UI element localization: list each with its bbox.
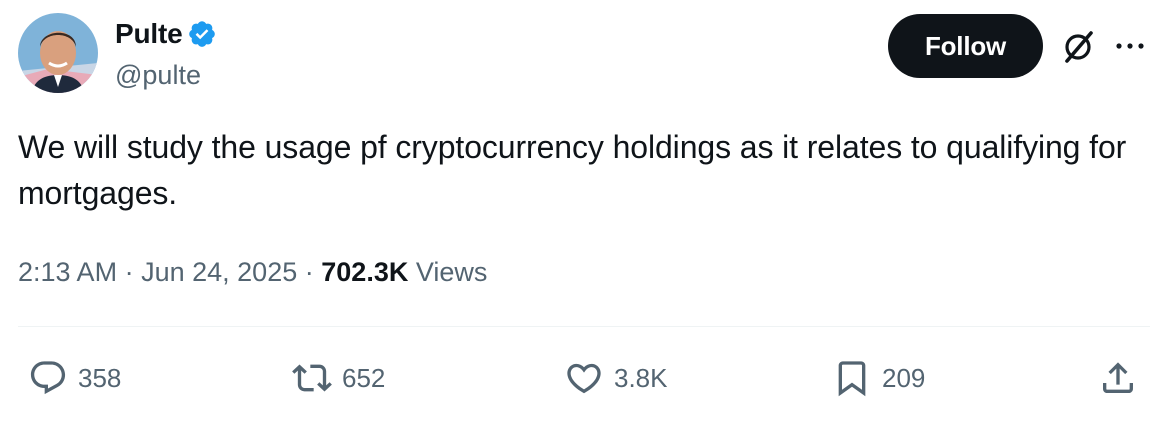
views-label[interactable]: Views: [416, 257, 488, 287]
display-name[interactable]: Pulte: [115, 16, 183, 52]
tweet-card: Pulte @pulte Follow We will study the us…: [0, 0, 1159, 428]
like-count: 3.8K: [614, 362, 668, 393]
verified-badge-icon[interactable]: [187, 19, 217, 49]
bookmark-button[interactable]: 209: [832, 356, 925, 400]
tweet-text: We will study the usage pf cryptocurrenc…: [18, 129, 1127, 211]
tweet-date[interactable]: Jun 24, 2025: [141, 257, 297, 287]
share-icon: [1103, 362, 1133, 393]
bookmark-count: 209: [882, 362, 926, 393]
author-name-row: Pulte: [115, 16, 217, 52]
share-button[interactable]: [1098, 356, 1138, 400]
retweet-count: 652: [342, 362, 386, 393]
bookmark-icon: [838, 361, 866, 397]
retweet-icon: [292, 364, 332, 392]
reply-count: 358: [78, 362, 122, 393]
follow-button[interactable]: Follow: [888, 14, 1043, 78]
heart-icon: [567, 363, 601, 394]
avatar-image: [18, 13, 98, 93]
author-handle[interactable]: @pulte: [115, 57, 201, 93]
meta-separator: ·: [304, 257, 314, 287]
grok-icon[interactable]: [1059, 27, 1097, 65]
divider: [18, 326, 1150, 327]
reply-icon: [30, 361, 66, 395]
views-count[interactable]: 702.3K: [321, 257, 408, 287]
tweet-time[interactable]: 2:13 AM: [18, 257, 117, 287]
more-icon[interactable]: [1114, 34, 1146, 58]
avatar[interactable]: [18, 13, 98, 93]
retweet-button[interactable]: 652: [292, 356, 385, 400]
tweet-meta: 2:13 AM · Jun 24, 2025 · 702.3K Views: [18, 252, 487, 292]
reply-button[interactable]: 358: [28, 356, 121, 400]
like-button[interactable]: 3.8K: [564, 356, 668, 400]
meta-separator: ·: [124, 257, 134, 287]
